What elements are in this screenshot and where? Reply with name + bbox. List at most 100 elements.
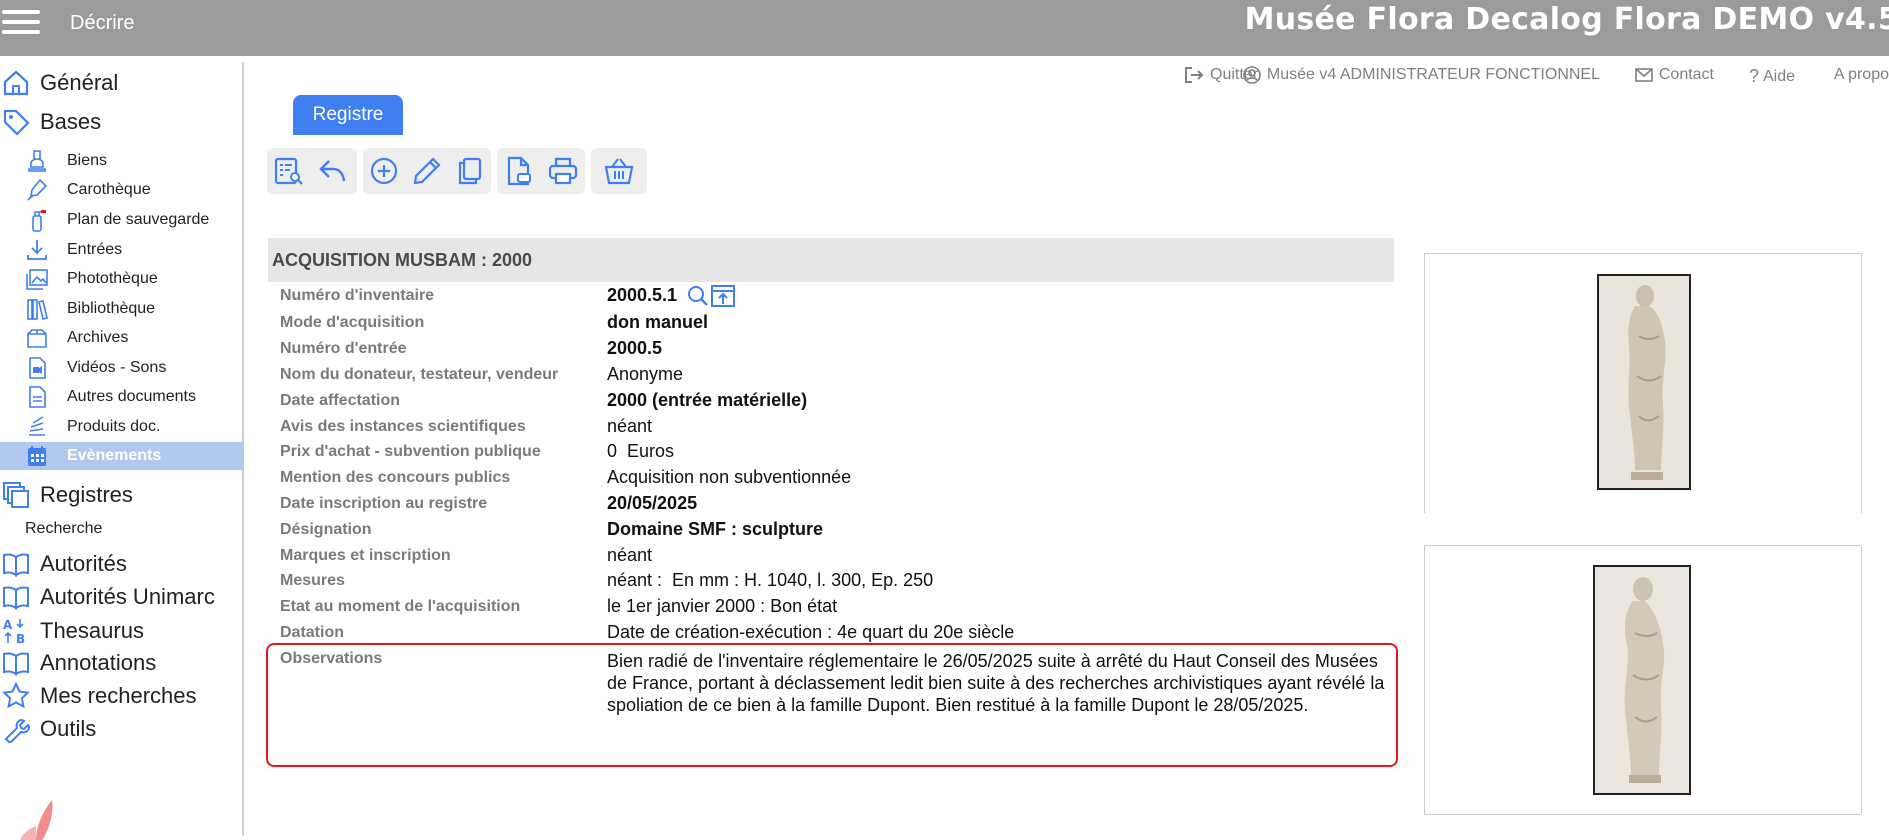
image-thumbnail-1[interactable] bbox=[1424, 253, 1862, 513]
wrench-icon bbox=[4, 718, 30, 743]
sidebar-item-label: Thesaurus bbox=[40, 618, 144, 643]
field-value: Domaine SMF : sculpture bbox=[607, 519, 824, 539]
sidebar-item-annotations[interactable]: Annotations bbox=[0, 646, 244, 680]
about-link[interactable]: A propos bbox=[1834, 66, 1889, 84]
record-title: ACQUISITION MUSBAM : 2000 bbox=[272, 250, 533, 270]
field-label: Date affectation bbox=[280, 392, 401, 409]
sidebar-item-carotheque[interactable]: Carothèque bbox=[0, 176, 244, 204]
help-label: Aide bbox=[1762, 67, 1795, 85]
field-value: néant bbox=[607, 545, 653, 565]
observations-label: Observations bbox=[280, 650, 383, 667]
sidebar-item-label: Photothèque bbox=[67, 270, 158, 287]
calendar-icon bbox=[28, 446, 46, 466]
sidebar-item-autres-documents[interactable]: Autres documents bbox=[0, 383, 244, 411]
help-link[interactable]: ? Aide bbox=[1749, 66, 1795, 87]
image-thumbnail-2[interactable] bbox=[1424, 545, 1862, 815]
edit-button[interactable] bbox=[406, 149, 449, 193]
sidebar-item-label: Plan de sauvegarde bbox=[67, 211, 210, 228]
search-list-icon bbox=[274, 157, 303, 185]
home-icon bbox=[3, 70, 29, 96]
open-book-icon bbox=[3, 553, 29, 577]
sidebar-item-label: Bibliothèque bbox=[67, 300, 156, 317]
tag-icon bbox=[3, 109, 30, 136]
sidebar-item-archives[interactable]: Archives bbox=[0, 324, 244, 352]
basket-button[interactable] bbox=[597, 149, 641, 193]
toolbar-group-output bbox=[497, 148, 585, 194]
decalog-logo bbox=[20, 800, 53, 840]
sidebar-item-plan-de-sauvegarde[interactable]: Plan de sauvegarde bbox=[0, 206, 244, 234]
basket-icon bbox=[604, 158, 634, 185]
sidebar-item-outils[interactable]: Outils bbox=[0, 712, 244, 746]
sidebar-item-mes-recherches[interactable]: Mes recherches bbox=[0, 679, 244, 713]
sidebar-item-label: Biens bbox=[67, 152, 108, 169]
sidebar-item-general[interactable]: Général bbox=[0, 66, 244, 100]
duplicate-button[interactable] bbox=[448, 149, 491, 193]
field-label: Etat au moment de l'acquisition bbox=[280, 598, 521, 615]
back-button[interactable] bbox=[311, 149, 355, 193]
archive-box-icon bbox=[27, 329, 47, 348]
sidebar-item-label: Carothèque bbox=[67, 181, 151, 198]
pen-nib-icon bbox=[27, 178, 48, 201]
document-icon bbox=[29, 386, 46, 408]
toolbar-group-edit bbox=[363, 148, 491, 194]
sculpture-figure bbox=[1599, 276, 1689, 488]
sidebar-item-label: Produits doc. bbox=[67, 418, 161, 435]
toolbar-group-navigation bbox=[267, 148, 357, 194]
user-link[interactable]: Musée v4 ADMINISTRATEUR FONCTIONNEL bbox=[1243, 66, 1600, 84]
field-label: Avis des instances scientifiques bbox=[280, 418, 526, 435]
sculpture-photo bbox=[1597, 274, 1691, 490]
sidebar-item-phototheque[interactable]: Photothèque bbox=[0, 265, 244, 293]
sidebar-item-registres[interactable]: Registres bbox=[0, 478, 244, 512]
search-list-button[interactable] bbox=[267, 149, 311, 193]
field-value: néant : En mm : H. 1040, l. 300, Ep. 250 bbox=[607, 570, 934, 590]
sidebar-item-entrees[interactable]: Entrées bbox=[0, 236, 244, 264]
top-bar: Décrire Musée Flora Decalog Flora DEMO v… bbox=[0, 0, 1889, 56]
video-file-icon bbox=[29, 357, 46, 379]
field-label: Prix d'achat - subvention publique bbox=[280, 443, 541, 460]
contact-link[interactable]: Contact bbox=[1635, 66, 1714, 84]
bust-icon bbox=[28, 150, 46, 172]
print-button[interactable] bbox=[541, 149, 585, 193]
open-external-icon[interactable] bbox=[710, 284, 736, 308]
sidebar-item-bibliotheque[interactable]: Bibliothèque bbox=[0, 295, 244, 323]
field-label: Numéro d'entrée bbox=[280, 340, 407, 357]
sidebar-item-thesaurus[interactable]: AB Thesaurus bbox=[0, 614, 244, 648]
sidebar-item-autorites-unimarc[interactable]: Autorités Unimarc bbox=[0, 580, 244, 614]
sidebar-item-label: Outils bbox=[40, 716, 97, 741]
star-icon bbox=[2, 682, 30, 709]
sidebar-item-produits-doc[interactable]: Produits doc. bbox=[0, 413, 244, 441]
envelope-icon bbox=[1635, 68, 1653, 82]
sidebar-item-label: Général bbox=[40, 70, 119, 95]
registers-icon bbox=[3, 482, 29, 508]
sidebar-item-label: Autorités bbox=[40, 551, 127, 576]
export-button[interactable] bbox=[497, 149, 541, 193]
tab-registre[interactable]: Registre bbox=[293, 95, 403, 135]
add-button[interactable] bbox=[363, 149, 406, 193]
sort-az-icon: AB bbox=[3, 618, 25, 645]
sidebar-item-evenements[interactable]: Evènements bbox=[0, 442, 244, 470]
sidebar-item-videos-sons[interactable]: Vidéos - Sons bbox=[0, 354, 244, 382]
printer-icon bbox=[548, 157, 578, 185]
field-label: Datation bbox=[280, 624, 344, 641]
field-value: don manuel bbox=[607, 312, 709, 332]
search-icon[interactable] bbox=[686, 284, 710, 308]
contact-label: Contact bbox=[1658, 66, 1714, 83]
sidebar-item-label: Annotations bbox=[40, 650, 157, 675]
sidebar-item-label: Autorités Unimarc bbox=[40, 584, 215, 609]
sidebar-item-label: Archives bbox=[67, 329, 129, 346]
observations-value: Bien radié de l'inventaire réglementaire… bbox=[607, 651, 1385, 715]
field-label: Mention des concours publics bbox=[280, 469, 511, 486]
sidebar-item-recherche[interactable]: Recherche bbox=[25, 520, 102, 538]
svg-text:A: A bbox=[3, 618, 13, 632]
sidebar-item-label: Registres bbox=[40, 482, 133, 507]
plus-circle-icon bbox=[371, 157, 398, 185]
field-label: Nom du donateur, testateur, vendeur bbox=[280, 366, 559, 383]
field-value: le 1er janvier 2000 : Bon état bbox=[607, 596, 838, 616]
app-title: Musée Flora Decalog Flora DEMO v4.5 bbox=[1244, 2, 1889, 37]
hamburger-menu-icon[interactable] bbox=[2, 6, 40, 38]
sidebar-item-bases[interactable]: Bases bbox=[0, 105, 244, 139]
sidebar-item-autorites[interactable]: Autorités bbox=[0, 547, 244, 581]
record-header: ACQUISITION MUSBAM : 2000 bbox=[268, 238, 1394, 282]
field-label: Mesures bbox=[280, 572, 345, 589]
sidebar-item-biens[interactable]: Biens bbox=[0, 147, 244, 175]
